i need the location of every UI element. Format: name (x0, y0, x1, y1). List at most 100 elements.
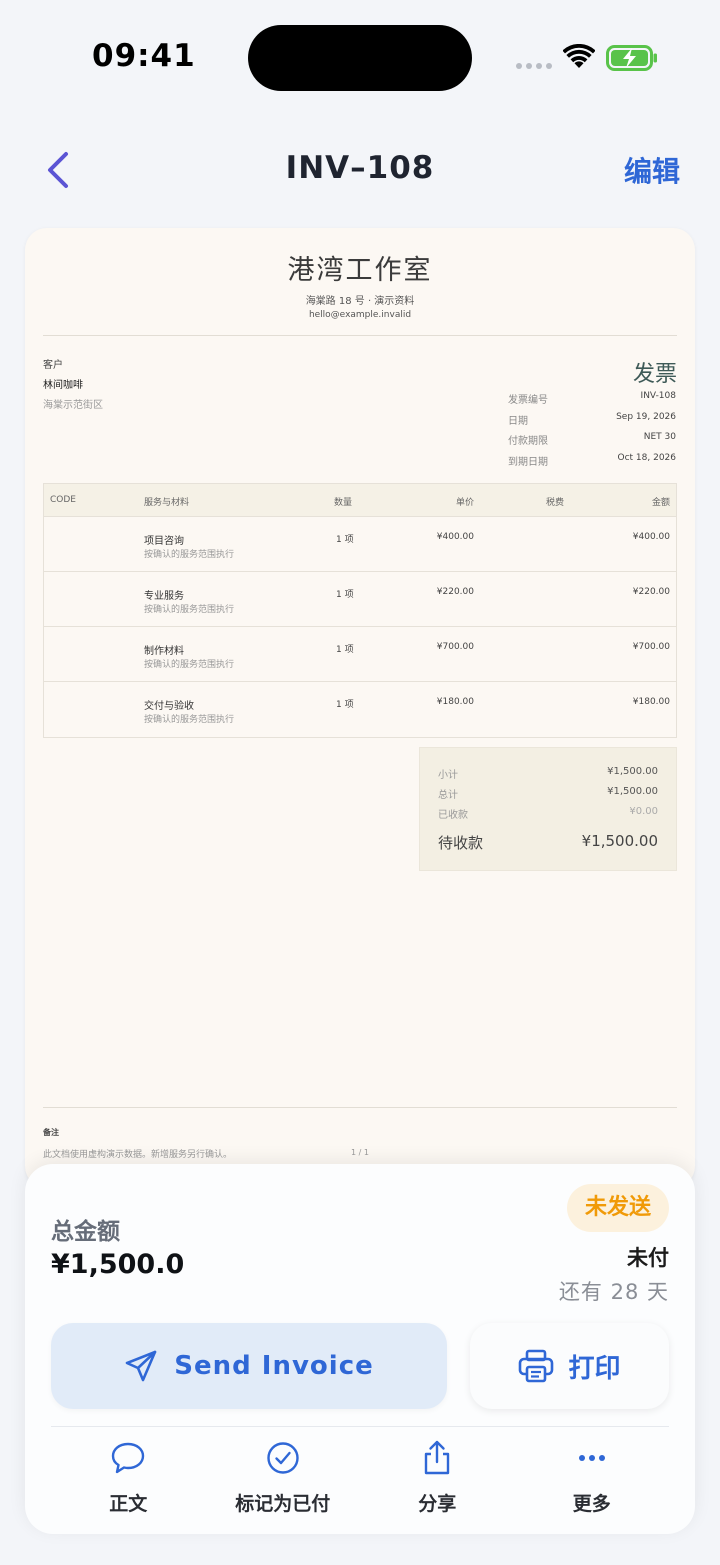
action-tabs: 正文 标记为已付 分享 更多 (51, 1440, 669, 1520)
table-header: CODE 服务与材料 数量 单价 税费 金额 (44, 484, 676, 517)
item-desc: 按确认的服务范围执行 (144, 605, 235, 615)
status-badge: 未发送 (566, 1184, 669, 1232)
item-price: ¥180.00 (436, 697, 474, 707)
tab-label: 正文 (109, 1493, 148, 1515)
item-price: ¥400.00 (436, 532, 474, 542)
item-amount: ¥220.00 (632, 587, 670, 597)
invoice-preview[interactable]: 港湾工作室 海棠路 18 号 · 演示资料 hello@example.inva… (25, 228, 695, 1188)
total-value: ¥1,500.00 (607, 786, 658, 797)
item-qty: 1 项 (336, 535, 354, 545)
line-items-table: CODE 服务与材料 数量 单价 税费 金额 项目咨询 按确认的服务范围执行 1… (43, 483, 677, 738)
studio-address: 海棠路 18 号 · 演示资料 (305, 296, 415, 307)
payment-status: 未付 (627, 1246, 669, 1270)
share-icon (425, 1440, 450, 1475)
meta-value: NET 30 (643, 432, 676, 442)
total-amount-label: 总金额 (51, 1219, 120, 1245)
paid-label: 已收款 (438, 810, 468, 821)
action-sheet: 总金额 ¥1,500.0 未发送 未付 还有 28 天 Send Invoice… (25, 1164, 695, 1534)
subtotal-value: ¥1,500.00 (607, 766, 658, 777)
meta-key: 付款期限 (508, 436, 548, 447)
client-label: 客户 (43, 360, 63, 371)
cellular-signal-icon (516, 63, 552, 69)
meta-value: Sep 19, 2026 (616, 411, 676, 422)
print-button[interactable]: 打印 (470, 1323, 669, 1409)
nav-bar: INV–108 编辑 (0, 140, 720, 200)
send-invoice-label: Send Invoice (174, 1351, 374, 1381)
meta-value: Oct 18, 2026 (617, 452, 677, 463)
col-price: 单价 (455, 498, 474, 508)
total-row: 总计 ¥1,500.00 (438, 786, 658, 801)
status-bar: 09:41 (0, 0, 720, 110)
item-qty: 1 项 (336, 645, 354, 655)
item-qty: 1 项 (336, 590, 354, 600)
wifi-icon (563, 44, 595, 68)
meta-key: 发票编号 (508, 395, 548, 406)
tab-share[interactable]: 分享 (360, 1440, 515, 1520)
col-qty: 数量 (334, 498, 353, 508)
meta-row: 到期日期 Oct 18, 2026 (508, 453, 676, 474)
tab-label: 更多 (572, 1493, 611, 1515)
meta-key: 日期 (508, 415, 528, 427)
meta-key: 到期日期 (508, 456, 548, 468)
studio-name: 港湾工作室 (287, 255, 433, 286)
col-tax: 税费 (545, 498, 564, 508)
tab-body-text[interactable]: 正文 (51, 1440, 206, 1520)
chat-bubble-icon (112, 1442, 145, 1474)
client-name: 林间咖啡 (43, 380, 83, 391)
printer-icon (519, 1349, 554, 1383)
item-name: 交付与验收 (144, 701, 194, 712)
col-code: CODE (50, 495, 76, 505)
divider (51, 1426, 669, 1427)
edit-button[interactable]: 编辑 (624, 150, 680, 190)
item-price: ¥700.00 (436, 642, 474, 652)
item-price: ¥220.00 (436, 587, 474, 597)
status-time: 09:41 (92, 38, 196, 74)
item-amount: ¥400.00 (632, 532, 670, 542)
send-icon (125, 1350, 157, 1382)
table-row: 专业服务 按确认的服务范围执行 1 项 ¥220.00 ¥220.00 (44, 572, 676, 627)
tab-label: 分享 (418, 1493, 457, 1515)
table-row: 项目咨询 按确认的服务范围执行 1 项 ¥400.00 ¥400.00 (44, 517, 676, 572)
total-label: 总计 (438, 790, 458, 801)
total-amount-value: ¥1,500.0 (51, 1249, 185, 1280)
invoice-meta: 发票编号 INV-108 日期 Sep 19, 2026 付款期限 NET 30 到期… (508, 391, 676, 473)
item-amount: ¥180.00 (632, 697, 670, 707)
page-title: INV–108 (285, 150, 435, 186)
tab-more[interactable]: 更多 (515, 1440, 670, 1520)
item-desc: 按确认的服务范围执行 (144, 715, 235, 725)
divider (43, 1107, 677, 1108)
tab-label: 标记为已付 (235, 1493, 331, 1515)
table-row: 制作材料 按确认的服务范围执行 1 项 ¥700.00 ¥700.00 (44, 627, 676, 682)
page-number: 1 / 1 (351, 1148, 369, 1157)
due-label: 待收款 (438, 834, 484, 852)
divider (43, 335, 677, 336)
item-desc: 按确认的服务范围执行 (144, 660, 235, 670)
document-type: 发票 (632, 362, 677, 387)
item-name: 专业服务 (144, 591, 184, 602)
table-row: 交付与验收 按确认的服务范围执行 1 项 ¥180.00 ¥180.00 (44, 682, 676, 737)
battery-charging-icon (606, 45, 657, 71)
totals-box: 小计 ¥1,500.00 总计 ¥1,500.00 已收款 ¥0.00 待收款 ¥1,5… (419, 747, 677, 871)
print-label: 打印 (568, 1353, 621, 1384)
notes-label: 备注 (43, 1128, 59, 1137)
paid-value: ¥0.00 (629, 806, 658, 817)
tab-mark-paid[interactable]: 标记为已付 (206, 1440, 361, 1520)
send-invoice-button[interactable]: Send Invoice (51, 1323, 447, 1409)
item-qty: 1 项 (336, 700, 354, 710)
item-desc: 按确认的服务范围执行 (144, 550, 235, 560)
item-name: 制作材料 (144, 646, 184, 657)
paid-row: 已收款 ¥0.00 (438, 806, 658, 821)
studio-email: hello@example.invalid (308, 310, 412, 320)
meta-value: INV-108 (640, 391, 676, 401)
meta-row: 日期 Sep 19, 2026 (508, 412, 676, 433)
due-countdown: 还有 28 天 (558, 1280, 669, 1304)
subtotal-label: 小计 (438, 770, 458, 781)
item-name: 项目咨询 (144, 536, 184, 547)
meta-row: 付款期限 NET 30 (508, 432, 676, 453)
due-row: 待收款 ¥1,500.00 (438, 832, 658, 853)
due-value: ¥1,500.00 (581, 832, 658, 850)
subtotal-row: 小计 ¥1,500.00 (438, 766, 658, 781)
client-address: 海棠示范街区 (43, 400, 103, 411)
col-amount: 金额 (651, 498, 670, 508)
meta-row: 发票编号 INV-108 (508, 391, 676, 412)
